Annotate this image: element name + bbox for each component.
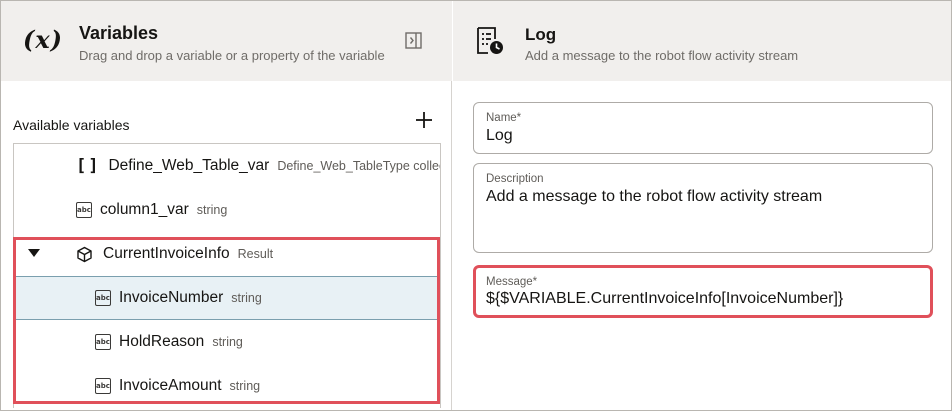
variable-item[interactable]: abc column1_var string bbox=[14, 188, 440, 232]
variable-type: string bbox=[231, 291, 262, 305]
log-subtitle: Add a message to the robot flow activity… bbox=[525, 48, 799, 63]
variable-property-item[interactable]: abc InvoiceNumber string bbox=[14, 276, 440, 320]
message-field-value[interactable]: ${$VARIABLE.CurrentInvoiceInfo[InvoiceNu… bbox=[486, 290, 922, 308]
variable-name: Define_Web_Table_var bbox=[108, 157, 270, 174]
variable-name: column1_var bbox=[100, 201, 189, 218]
variable-name: CurrentInvoiceInfo bbox=[103, 245, 230, 262]
variable-type: string bbox=[196, 203, 228, 217]
variables-tree: [] Define_Web_Table_var Define_Web_Table… bbox=[13, 143, 441, 408]
variables-panel: (x) Variables Drag and drop a variable o… bbox=[1, 1, 452, 410]
cube-icon bbox=[77, 246, 92, 262]
abc-icon: abc bbox=[95, 290, 111, 306]
abc-icon: abc bbox=[95, 334, 111, 350]
message-field[interactable]: Message* ${$VARIABLE.CurrentInvoiceInfo[… bbox=[473, 265, 933, 318]
log-title: Log bbox=[525, 25, 557, 44]
available-variables-label: Available variables bbox=[13, 117, 130, 133]
abc-icon: abc bbox=[76, 202, 92, 218]
description-field-value[interactable]: Add a message to the robot flow activity… bbox=[486, 188, 922, 206]
variable-icon: (x) bbox=[23, 25, 64, 54]
log-header: Log Add a message to the robot flow acti… bbox=[453, 1, 951, 81]
variable-property-item[interactable]: abc InvoiceAmount string bbox=[14, 364, 440, 408]
message-field-label: Message* bbox=[486, 276, 538, 288]
variable-item[interactable]: CurrentInvoiceInfo Result bbox=[14, 232, 440, 276]
variables-title: Variables bbox=[79, 23, 159, 43]
variable-item[interactable]: [] Define_Web_Table_var Define_Web_Table… bbox=[14, 144, 441, 188]
expand-caret-icon[interactable] bbox=[28, 249, 40, 257]
variable-type: Result bbox=[237, 247, 274, 261]
variable-type: string bbox=[212, 335, 243, 349]
variable-type: string bbox=[229, 379, 261, 393]
variables-header: (x) Variables Drag and drop a variable o… bbox=[1, 1, 452, 81]
variables-subtitle: Drag and drop a variable or a property o… bbox=[79, 48, 385, 63]
description-field-label: Description bbox=[486, 173, 544, 185]
abc-icon: abc bbox=[95, 378, 111, 394]
variable-name: InvoiceAmount bbox=[119, 377, 222, 394]
variable-name: HoldReason bbox=[119, 333, 205, 350]
name-field-value[interactable]: Log bbox=[486, 127, 922, 145]
variable-type: Define_Web_TableType collec bbox=[277, 159, 441, 173]
variable-name: InvoiceNumber bbox=[119, 289, 224, 306]
name-field[interactable]: Name* Log bbox=[473, 102, 933, 154]
add-variable-icon[interactable] bbox=[413, 109, 435, 131]
variable-property-item[interactable]: abc HoldReason string bbox=[14, 320, 440, 364]
log-panel: Log Add a message to the robot flow acti… bbox=[453, 1, 951, 410]
app-frame: (x) Variables Drag and drop a variable o… bbox=[0, 0, 952, 411]
collapse-panel-icon[interactable] bbox=[405, 32, 422, 49]
name-field-label: Name* bbox=[486, 112, 522, 124]
description-field[interactable]: Description Add a message to the robot f… bbox=[473, 163, 933, 253]
log-activity-icon bbox=[477, 27, 503, 54]
brackets-icon: [] bbox=[76, 156, 101, 176]
